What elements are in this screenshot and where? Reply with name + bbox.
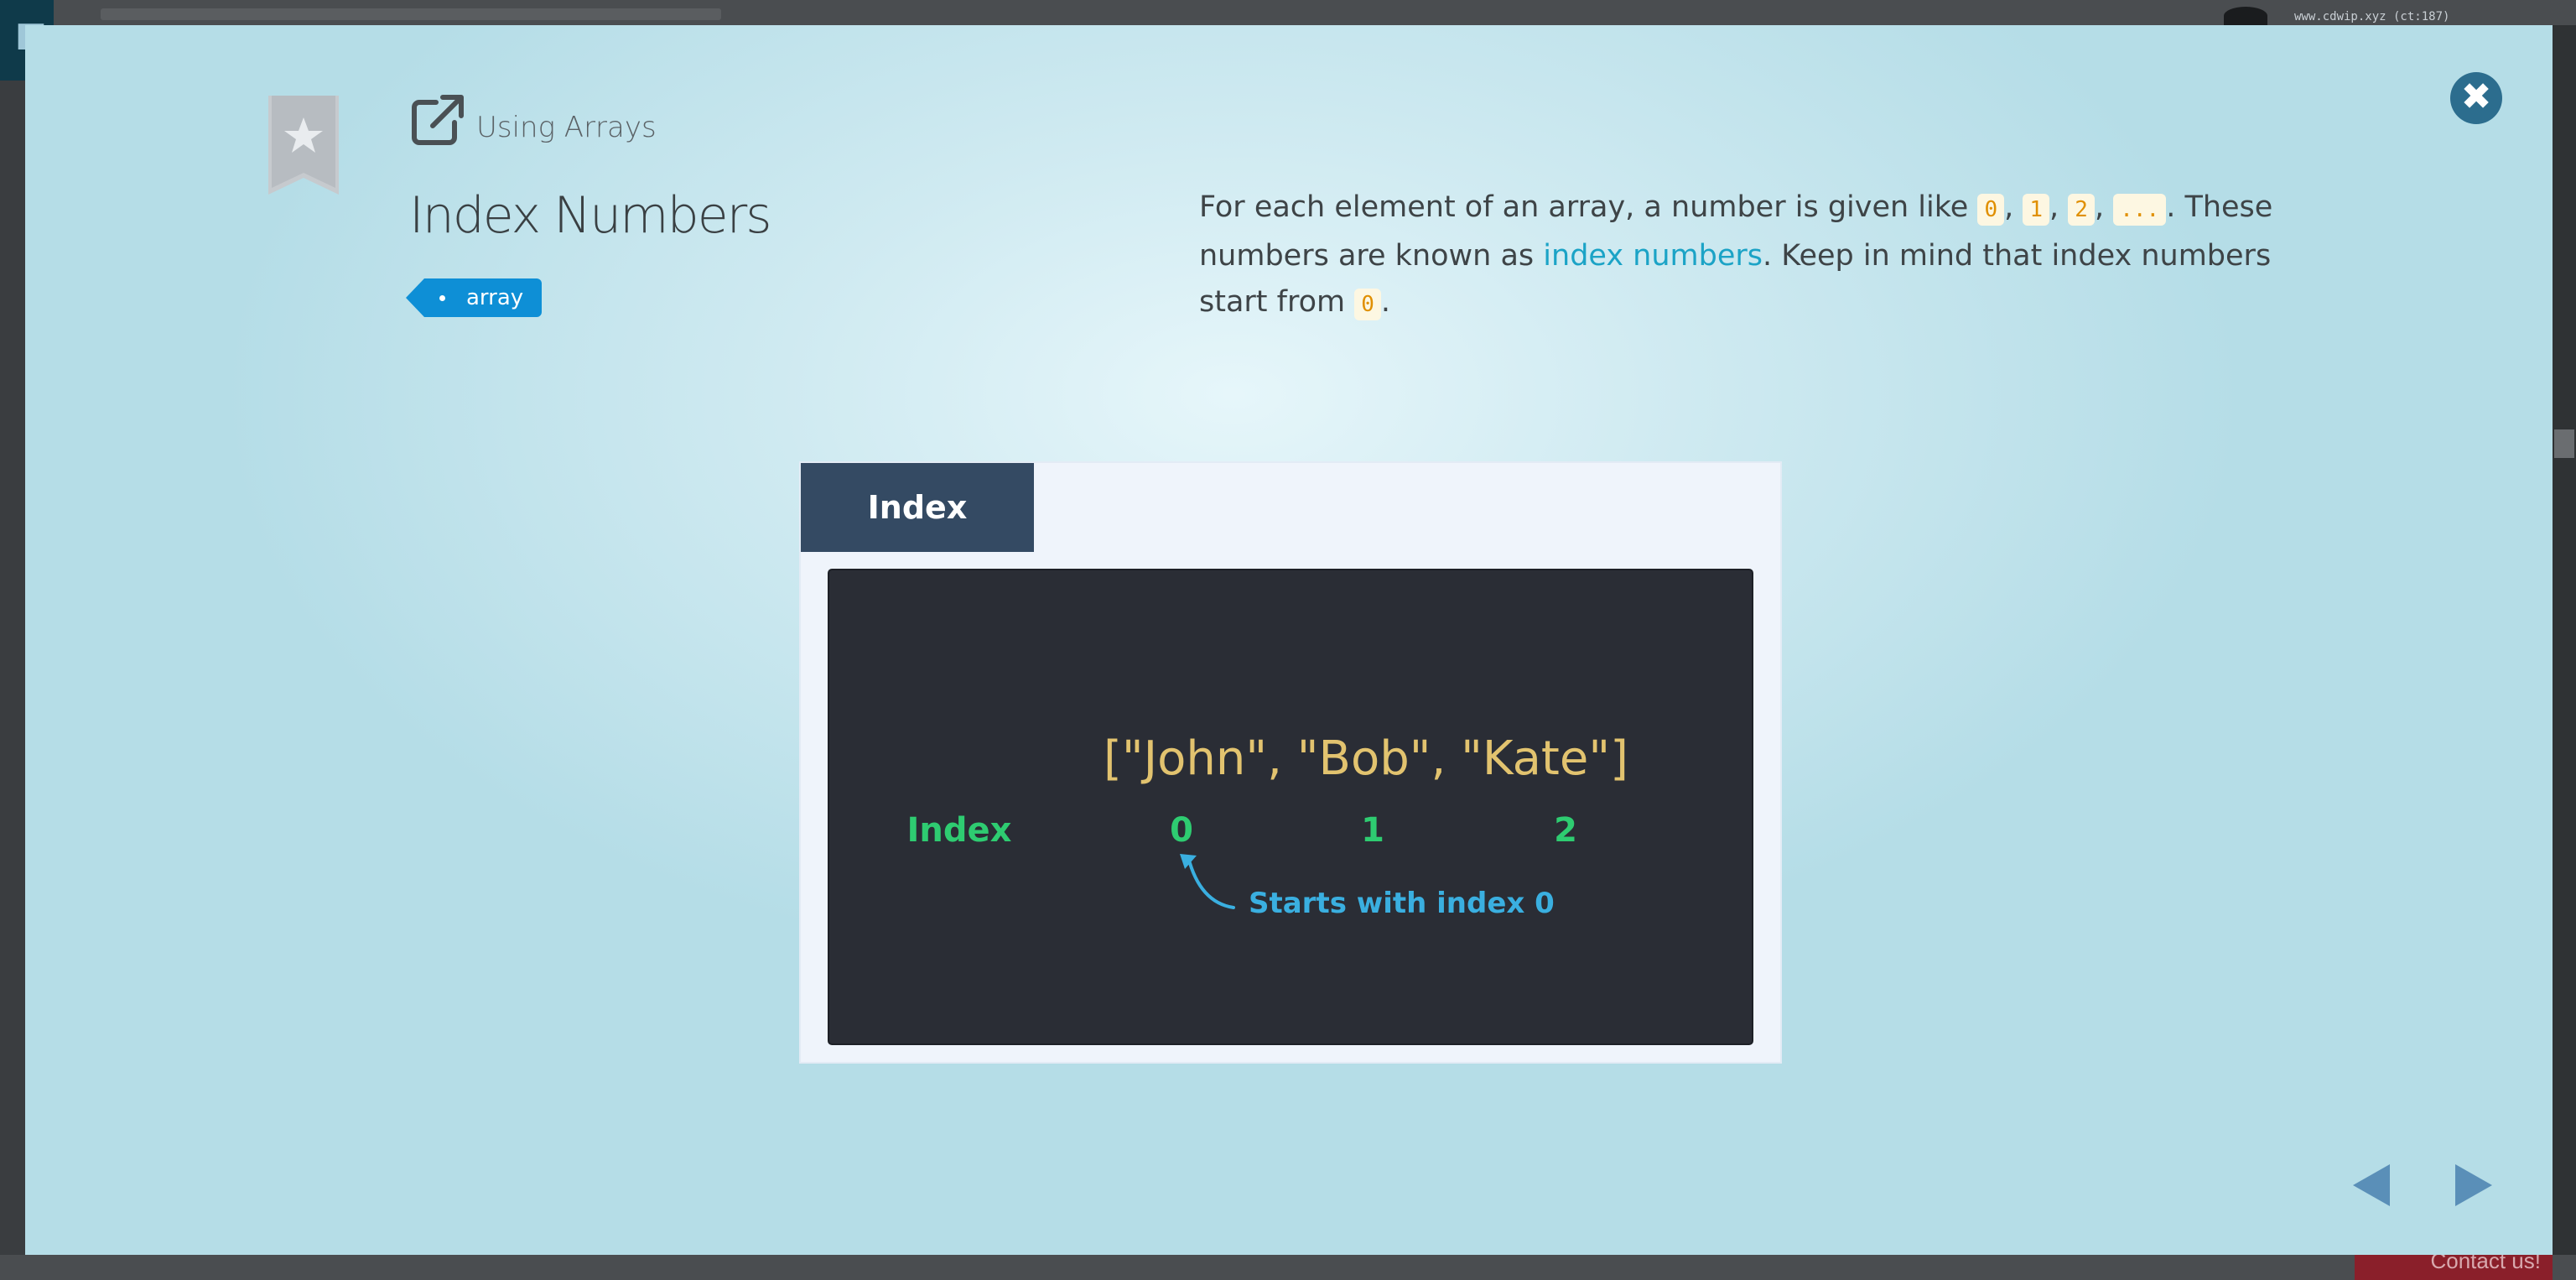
- index-diagram: ["John", "Bob", "Kate"] Index 0 1 2 Star…: [907, 731, 1628, 920]
- tag-label: array: [466, 285, 524, 310]
- desc-part1: For each element of an array, a number i…: [1199, 190, 1978, 224]
- desc-sep2: ,: [2049, 190, 2069, 224]
- background-scrollbar[interactable]: [2553, 25, 2576, 1255]
- bookmark-star-icon: [268, 96, 339, 195]
- index-value-0: 0: [1170, 811, 1193, 850]
- highlight-index-numbers[interactable]: index numbers: [1543, 239, 1763, 273]
- background-address-bar: [101, 8, 721, 20]
- bookmark-button[interactable]: [268, 96, 339, 195]
- background-avatar: [2224, 7, 2267, 25]
- background-bottom-bar: [0, 1255, 2576, 1280]
- external-link-icon: [412, 95, 464, 145]
- background-top-bar: [0, 0, 2576, 25]
- lesson-name: Using Arrays: [476, 111, 657, 144]
- lesson-modal: ✖ Using Arrays Index Numbers array For e…: [25, 25, 2553, 1255]
- code-start-0: 0: [1354, 289, 1381, 320]
- card-tab-index[interactable]: Index: [801, 463, 1034, 552]
- code-index-1: 1: [2023, 194, 2050, 226]
- lesson-link[interactable]: Using Arrays: [411, 92, 657, 146]
- tag-badge[interactable]: array: [405, 278, 543, 317]
- desc-part4: .: [1380, 285, 1391, 319]
- index-label: Index: [907, 811, 1012, 850]
- triangle-right-icon: [2455, 1164, 2492, 1206]
- background-url-text: www.cdwip.xyz (ct:187): [2294, 10, 2450, 23]
- tag-dot: [439, 295, 445, 301]
- desc-sep1: ,: [2004, 190, 2023, 224]
- prev-button[interactable]: [2353, 1164, 2390, 1206]
- index-value-1: 1: [1361, 811, 1384, 850]
- code-index-0: 0: [1977, 194, 2005, 226]
- description-text: For each element of an array, a number i…: [1199, 185, 2289, 328]
- page-title: Index Numbers: [409, 186, 772, 245]
- close-button[interactable]: ✖: [2450, 72, 2502, 124]
- triangle-left-icon: [2353, 1164, 2390, 1206]
- curved-arrow-icon: [1180, 854, 1235, 909]
- array-literal: ["John", "Bob", "Kate"]: [1104, 731, 1628, 786]
- desc-sep3: ,: [2094, 190, 2114, 224]
- background-scroll-thumb[interactable]: [2554, 429, 2574, 458]
- diagram-panel: ["John", "Bob", "Kate"] Index 0 1 2 Star…: [829, 570, 1752, 1043]
- next-button[interactable]: [2455, 1164, 2492, 1206]
- annotation-text: Starts with index 0: [1249, 887, 1555, 920]
- close-icon: ✖: [2460, 75, 2492, 118]
- example-card: Index ["John", "Bob", "Kate"] Index 0 1 …: [799, 461, 1782, 1064]
- index-value-2: 2: [1554, 811, 1577, 850]
- code-ellipsis: ...: [2113, 194, 2167, 226]
- code-index-2: 2: [2068, 194, 2095, 226]
